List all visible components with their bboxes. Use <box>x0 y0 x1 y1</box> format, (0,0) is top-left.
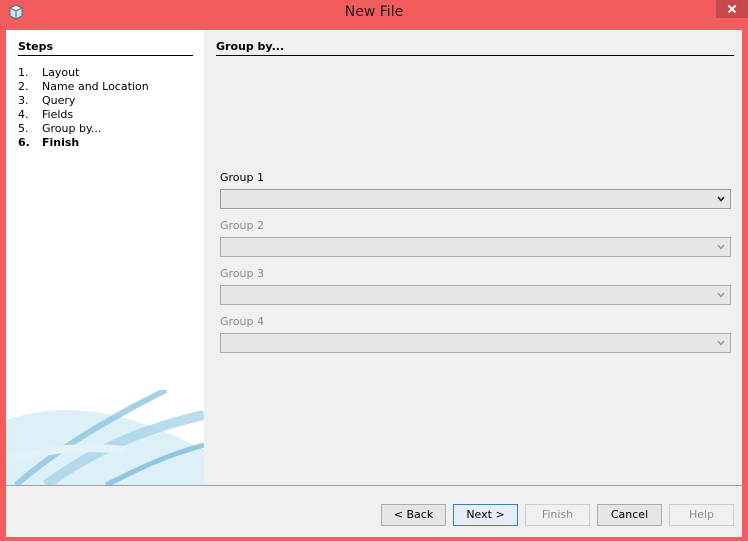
next-button[interactable]: Next > <box>453 504 518 526</box>
step-item-group-by: 5. Group by... <box>18 122 149 136</box>
group-4-dropdown[interactable] <box>220 333 731 353</box>
steps-heading: Steps <box>18 40 193 56</box>
help-button[interactable]: Help <box>669 504 734 526</box>
step-label: Layout <box>42 66 80 79</box>
step-label: Fields <box>42 108 74 121</box>
back-button[interactable]: < Back <box>381 504 446 526</box>
chevron-down-icon <box>717 244 725 250</box>
group-1-dropdown[interactable] <box>220 189 731 209</box>
new-file-dialog: New File Steps 1. Layout 2. Name and Locat… <box>0 0 748 541</box>
step-item-finish: 6. Finish <box>18 136 149 150</box>
steps-list: 1. Layout 2. Name and Location 3. Query 4. F… <box>18 66 149 150</box>
group-2-label: Group 2 <box>220 219 264 232</box>
step-number: 1. <box>18 66 29 79</box>
group-1-label: Group 1 <box>220 171 264 184</box>
step-item-query: 3. Query <box>18 94 149 108</box>
panel-title: Group by... <box>216 40 734 56</box>
step-number: 4. <box>18 108 29 121</box>
step-item-layout: 1. Layout <box>18 66 149 80</box>
window-title: New File <box>344 4 404 20</box>
dialog-body: Steps 1. Layout 2. Name and Location 3. Que… <box>6 30 742 537</box>
close-icon[interactable] <box>716 0 748 18</box>
group-by-panel: Group by... Group 1 Group 2 Group 3 Grou… <box>204 30 742 485</box>
step-number: 5. <box>18 122 29 135</box>
group-2-dropdown[interactable] <box>220 237 731 257</box>
chevron-down-icon <box>717 340 725 346</box>
step-label: Finish <box>42 136 80 149</box>
group-3-label: Group 3 <box>220 267 264 280</box>
step-number: 6. <box>18 136 30 149</box>
title-bar[interactable]: New File <box>0 0 748 26</box>
step-label: Query <box>42 94 76 107</box>
step-number: 3. <box>18 94 29 107</box>
footer-divider <box>6 485 742 486</box>
chevron-down-icon <box>717 196 725 202</box>
finish-button[interactable]: Finish <box>525 504 590 526</box>
step-item-name-and-location: 2. Name and Location <box>18 80 149 94</box>
step-number: 2. <box>18 80 29 93</box>
step-item-fields: 4. Fields <box>18 108 149 122</box>
cancel-button[interactable]: Cancel <box>597 504 662 526</box>
group-4-label: Group 4 <box>220 315 264 328</box>
group-3-dropdown[interactable] <box>220 285 731 305</box>
chevron-down-icon <box>717 292 725 298</box>
step-label: Name and Location <box>42 80 149 93</box>
steps-panel: Steps 1. Layout 2. Name and Location 3. Que… <box>6 30 204 485</box>
decorative-swoosh <box>6 390 204 485</box>
step-label: Group by... <box>42 122 102 135</box>
